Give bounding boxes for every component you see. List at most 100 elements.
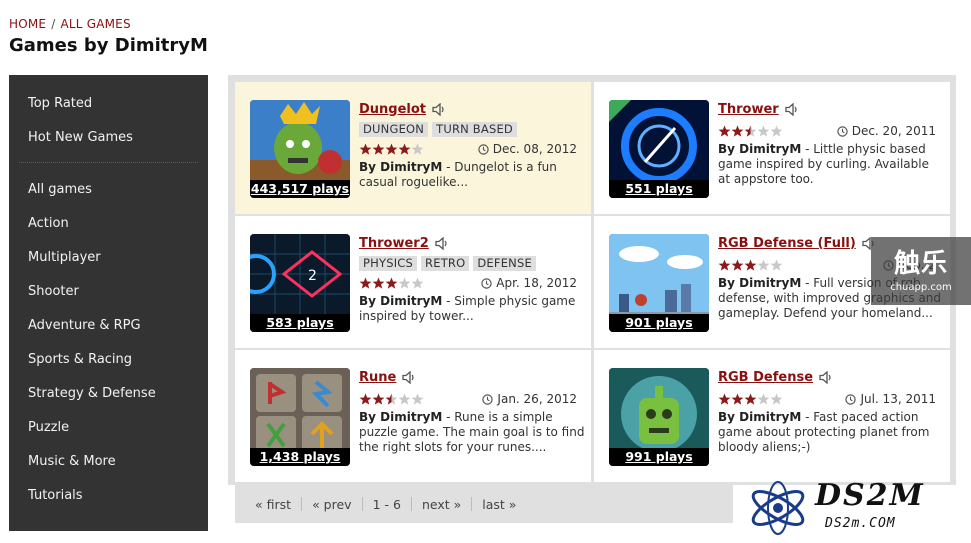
game-thumbnail[interactable]: 551 plays — [609, 100, 709, 198]
sidebar-item-top-rated[interactable]: Top Rated — [9, 87, 208, 121]
breadcrumb: HOME / ALL GAMES — [9, 17, 131, 31]
rating-star-icon — [718, 390, 731, 409]
game-info: Thrower Dec. 20, 2011 By DimitryM - Little… — [718, 100, 944, 187]
tag-badge[interactable]: DUNGEON — [359, 122, 429, 137]
sidebar-item-strategy-defense[interactable]: Strategy & Defense — [9, 377, 208, 411]
game-title-link[interactable]: Thrower — [718, 102, 779, 117]
sidebar-item-all-games[interactable]: All games — [9, 173, 208, 207]
game-card: 551 plays Thrower Dec. 20, 2011 By DimitryM… — [594, 82, 950, 214]
speaker-icon[interactable] — [402, 370, 415, 384]
rating-star-icon — [359, 140, 372, 159]
clock-icon — [481, 277, 492, 289]
release-date-text: Jul. 13, 2011 — [860, 392, 936, 406]
play-count-link[interactable]: 551 plays — [609, 180, 709, 198]
chuapp-watermark-url: chuapp.com — [890, 282, 952, 293]
rating-star-icon — [718, 256, 731, 275]
play-count-link[interactable]: 991 plays — [609, 448, 709, 466]
release-date-text: Dec. 08, 2012 — [492, 142, 577, 156]
rating-star-icon — [731, 256, 744, 275]
game-title-link[interactable]: Thrower2 — [359, 236, 429, 251]
rating-star-icon — [757, 256, 770, 275]
game-info: RGB Defense Jul. 13, 2011 By DimitryM - Fa… — [718, 368, 944, 455]
clock-icon — [478, 143, 489, 155]
star-rating[interactable] — [359, 274, 424, 293]
sidebar-item-hot-new-games[interactable]: Hot New Games — [9, 121, 208, 155]
rating-star-icon — [359, 390, 372, 409]
rating-star-icon — [398, 140, 411, 159]
sidebar-item-shooter[interactable]: Shooter — [9, 275, 208, 309]
game-author: By DimitryM — [359, 410, 443, 424]
breadcrumb-separator: / — [51, 17, 56, 31]
game-title-link[interactable]: RGB Defense — [718, 370, 813, 385]
game-thumbnail[interactable]: 2 583 plays — [250, 234, 350, 332]
rating-star-icon — [372, 274, 385, 293]
rating-star-icon — [757, 122, 770, 141]
tag-badge[interactable]: DEFENSE — [473, 256, 536, 271]
speaker-icon[interactable] — [819, 370, 832, 384]
rating-star-icon — [731, 390, 744, 409]
rating-star-icon — [770, 122, 783, 141]
tag-badge[interactable]: PHYSICS — [359, 256, 418, 271]
tag-list: PHYSICS RETRO DEFENSE — [359, 256, 585, 272]
game-description: By DimitryM - Little physic based game i… — [718, 142, 944, 187]
sidebar-item-tutorials[interactable]: Tutorials — [9, 479, 208, 513]
game-card: 2 583 plays Thrower2 PHYSICS RETRO DEFENSE Apr… — [235, 216, 591, 348]
sidebar: Top Rated Hot New Games All games Action… — [9, 75, 208, 531]
speaker-icon[interactable] — [785, 102, 798, 116]
rating-star-icon — [372, 390, 385, 409]
star-rating[interactable] — [718, 122, 783, 141]
game-thumbnail[interactable]: 1,438 plays — [250, 368, 350, 466]
speaker-icon[interactable] — [432, 102, 445, 116]
play-count-link[interactable]: 1,438 plays — [250, 448, 350, 466]
sidebar-item-sports-racing[interactable]: Sports & Racing — [9, 343, 208, 377]
release-date-text: Dec. 20, 2011 — [851, 124, 936, 138]
game-author: By DimitryM — [718, 410, 802, 424]
star-rating[interactable] — [359, 140, 424, 159]
pager-next-link[interactable]: next » — [412, 497, 471, 512]
sidebar-item-action[interactable]: Action — [9, 207, 208, 241]
pager-first-link[interactable]: « first — [245, 497, 301, 512]
game-thumbnail[interactable]: 901 plays — [609, 234, 709, 332]
game-thumbnail[interactable]: 991 plays — [609, 368, 709, 466]
rating-star-icon — [744, 256, 757, 275]
play-count-link[interactable]: 583 plays — [250, 314, 350, 332]
game-title-link[interactable]: Rune — [359, 370, 396, 385]
sidebar-item-music-more[interactable]: Music & More — [9, 445, 208, 479]
rating-star-icon — [744, 122, 757, 141]
rating-star-icon — [770, 390, 783, 409]
release-date-text: Apr. 18, 2012 — [496, 276, 577, 290]
star-rating[interactable] — [718, 390, 783, 409]
page-title: Games by DimitryM — [9, 35, 208, 56]
rating-star-icon — [411, 390, 424, 409]
speaker-icon[interactable] — [435, 236, 448, 250]
release-date: Dec. 08, 2012 — [478, 142, 577, 156]
game-thumbnail[interactable]: 443,517 plays — [250, 100, 350, 198]
breadcrumb-home-link[interactable]: HOME — [9, 17, 46, 31]
sidebar-item-adventure-rpg[interactable]: Adventure & RPG — [9, 309, 208, 343]
game-title-link[interactable]: RGB Defense (Full) — [718, 236, 856, 251]
tag-list: DUNGEON TURN BASED — [359, 122, 585, 138]
game-card: 991 plays RGB Defense Jul. 13, 2011 By Dimi… — [594, 350, 950, 482]
ds2m-watermark: DS2M DS2m.COM — [745, 478, 965, 540]
game-title-link[interactable]: Dungelot — [359, 102, 426, 117]
clock-icon — [845, 393, 857, 405]
sidebar-item-puzzle[interactable]: Puzzle — [9, 411, 208, 445]
star-rating[interactable] — [718, 256, 783, 275]
sidebar-item-multiplayer[interactable]: Multiplayer — [9, 241, 208, 275]
breadcrumb-current-link[interactable]: ALL GAMES — [61, 17, 131, 31]
game-description: By DimitryM - Dungelot is a fun casual r… — [359, 160, 585, 190]
game-info: Thrower2 PHYSICS RETRO DEFENSE Apr. 18, 2012… — [359, 234, 585, 324]
tag-badge[interactable]: RETRO — [421, 256, 470, 271]
ds2m-logo-text: DS2M — [815, 478, 925, 513]
play-count-link[interactable]: 901 plays — [609, 314, 709, 332]
tag-badge[interactable]: TURN BASED — [432, 122, 517, 137]
game-author: By DimitryM — [359, 294, 443, 308]
game-card: 443,517 plays Dungelot DUNGEON TURN BASED De… — [235, 82, 591, 214]
pager-last-link[interactable]: last » — [472, 497, 526, 512]
play-count-link[interactable]: 443,517 plays — [250, 180, 350, 198]
rating-star-icon — [398, 274, 411, 293]
pager-prev-link[interactable]: « prev — [302, 497, 362, 512]
games-grid-panel: 443,517 plays Dungelot DUNGEON TURN BASED De… — [228, 75, 956, 523]
clock-icon — [837, 125, 848, 137]
star-rating[interactable] — [359, 390, 424, 409]
